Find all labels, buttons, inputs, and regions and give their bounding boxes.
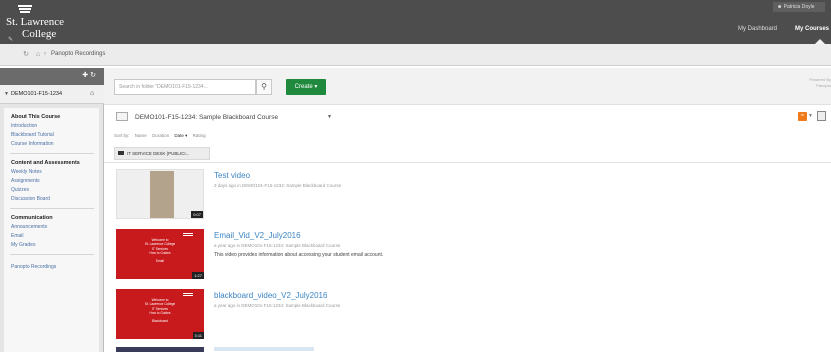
nav-my-dashboard[interactable]: My Dashboard — [738, 26, 777, 32]
subfolder-label: IT SERVICE DESK (PUBLICI... — [127, 151, 190, 156]
thumbnail-line: St. Lawrence College — [144, 302, 176, 307]
menu-link-course-information[interactable]: Course Information — [11, 141, 54, 147]
folder-search-input[interactable] — [114, 79, 256, 95]
menu-link-blackboard-tutorial[interactable]: Blackboard Tutorial — [11, 132, 54, 138]
top-bar: St. Lawrence College ☻ Patricia Doyle My… — [0, 0, 831, 44]
session-meta: a year ago in DEMO101-F15-1234: Sample B… — [214, 243, 341, 248]
refresh-icon[interactable]: ↻ — [22, 51, 30, 59]
session-title[interactable]: Email_Vid_V2_July2016 — [214, 231, 301, 240]
rss-icon[interactable]: ≈ — [798, 112, 807, 121]
sort-label: Sort by: — [114, 133, 130, 138]
session-meta: a year ago in DEMO101-F15-1234: Sample B… — [214, 303, 341, 308]
sort-by-rating[interactable]: Rating — [193, 133, 206, 138]
session-thumbnail-partial[interactable] — [116, 347, 204, 352]
sort-by-duration[interactable]: Duration — [152, 133, 169, 138]
breadcrumb-current: Panopto Recordings — [51, 51, 106, 57]
course-title-row[interactable]: ▼ DEMO101-F15-1234 ⌂ — [0, 85, 104, 104]
session-meta: 3 days ago in DEMO101-F15-1234: Sample B… — [214, 183, 342, 188]
folder-title[interactable]: DEMO101-F15-1234: Sample Blackboard Cour… — [135, 114, 278, 121]
session-thumbnail[interactable]: Welcome to St. Lawrence College IT Servi… — [116, 289, 204, 339]
user-menu[interactable]: ☻ Patricia Doyle — [773, 2, 825, 12]
nav-my-courses[interactable]: My Courses — [795, 26, 829, 32]
session-row: 0:07 Test video 3 days ago in DEMO101-F1… — [104, 165, 831, 221]
menu-heading-content: Content and Assessments — [11, 160, 80, 166]
session-row: Welcome to St. Lawrence College IT Servi… — [104, 285, 831, 341]
panopto-toolbar: ⚲ Create ▾ Powered By Panopto — [104, 68, 831, 105]
college-logo[interactable]: St. Lawrence College — [6, 5, 76, 41]
menu-link-assignments[interactable]: Assignments — [11, 178, 40, 184]
session-thumbnail[interactable]: 0:07 — [116, 169, 204, 219]
folder-dropdown-caret-icon[interactable]: ▼ — [327, 114, 332, 120]
session-duration: 3:11 — [192, 332, 204, 339]
folder-header: DEMO101-F15-1234: Sample Blackboard Cour… — [104, 106, 831, 130]
logo-text-line1: St. Lawrence — [6, 16, 65, 28]
thumbnail-logo-icon — [183, 293, 193, 297]
subfolder-link[interactable]: IT SERVICE DESK (PUBLICI... — [114, 147, 210, 160]
session-title-partial[interactable] — [214, 347, 314, 351]
user-icon: ☻ — [777, 4, 783, 10]
menu-options-icon[interactable]: ✚ — [82, 72, 88, 79]
edit-pencil-icon[interactable]: ✎ — [8, 37, 14, 43]
course-title: DEMO101-F15-1234 — [11, 91, 63, 97]
subfolder-icon — [118, 151, 124, 155]
menu-link-panopto-recordings[interactable]: Panopto Recordings — [11, 264, 56, 270]
session-title[interactable]: blackboard_video_V2_July2016 — [214, 291, 327, 300]
menu-divider — [10, 153, 94, 154]
sort-by-name[interactable]: Name — [135, 133, 147, 138]
session-duration: 0:07 — [191, 211, 203, 218]
menu-link-announcements[interactable]: Announcements — [11, 224, 47, 230]
thumbnail-logo-icon — [183, 233, 193, 237]
session-row: Welcome to St. Lawrence College IT Servi… — [104, 225, 831, 281]
thumbnail-line: Email — [156, 259, 164, 264]
menu-link-weekly-notes[interactable]: Weekly Notes — [11, 169, 42, 175]
search-icon: ⚲ — [261, 82, 267, 91]
menu-link-email[interactable]: Email — [11, 233, 24, 239]
course-menu: ✚ ↻ ▼ DEMO101-F15-1234 ⌂ About This Cour… — [0, 68, 104, 352]
session-description: This video provides information about ac… — [214, 252, 384, 258]
folder-icon — [116, 112, 128, 121]
sort-by-date[interactable]: Date ▾ — [174, 133, 187, 138]
menu-link-introduction[interactable]: Introduction — [11, 123, 37, 129]
session-thumbnail[interactable]: Welcome to St. Lawrence College IT Servi… — [116, 229, 204, 279]
collapse-caret-icon[interactable]: ▼ — [4, 91, 9, 97]
rss-dropdown-caret-icon[interactable]: ▼ — [808, 113, 813, 119]
course-menu-toolbar: ✚ ↻ — [0, 68, 104, 85]
menu-heading-about: About This Course — [11, 114, 61, 120]
thumbnail-line: Blackboard — [152, 319, 168, 324]
menu-link-my-grades[interactable]: My Grades — [11, 242, 35, 248]
thumbnail-image — [150, 171, 174, 218]
menu-divider — [10, 254, 94, 255]
menu-link-discussion-board[interactable]: Discussion Board — [11, 196, 50, 202]
breadcrumb: ↻ ⌂ › Panopto Recordings — [0, 44, 831, 66]
course-menu-panel: About This Course Introduction Blackboar… — [4, 108, 99, 352]
home-icon[interactable]: ⌂ — [34, 51, 42, 59]
view-mode-icon[interactable] — [817, 111, 826, 121]
powered-by[interactable]: Powered By Panopto — [801, 77, 831, 89]
session-title[interactable]: Test video — [214, 171, 250, 180]
course-home-icon[interactable]: ⌂ — [90, 90, 94, 97]
thumbnail-line: St. Lawrence College — [144, 242, 176, 247]
create-button[interactable]: Create ▾ — [286, 79, 326, 95]
powered-by-line2: Panopto — [816, 83, 831, 88]
panopto-content: ⚲ Create ▾ Powered By Panopto DEMO101-F1… — [104, 68, 831, 352]
menu-heading-communication: Communication — [11, 215, 53, 221]
search-button[interactable]: ⚲ — [256, 79, 272, 95]
list-divider — [104, 162, 831, 163]
menu-link-quizzes[interactable]: Quizzes — [11, 187, 29, 193]
sort-bar: Sort by: Name Duration Date ▾ Rating — [114, 133, 210, 139]
menu-divider — [10, 208, 94, 209]
breadcrumb-separator-icon: › — [44, 51, 46, 57]
logo-text-line2: College — [22, 28, 57, 40]
user-name: Patricia Doyle — [783, 4, 815, 10]
logo-mark-icon — [18, 5, 32, 14]
thumbnail-caption: Welcome to St. Lawrence College IT Servi… — [140, 238, 180, 264]
menu-refresh-icon[interactable]: ↻ — [90, 72, 96, 79]
thumbnail-caption: Welcome to St. Lawrence College IT Servi… — [140, 298, 180, 324]
session-duration: 1:27 — [192, 272, 204, 279]
